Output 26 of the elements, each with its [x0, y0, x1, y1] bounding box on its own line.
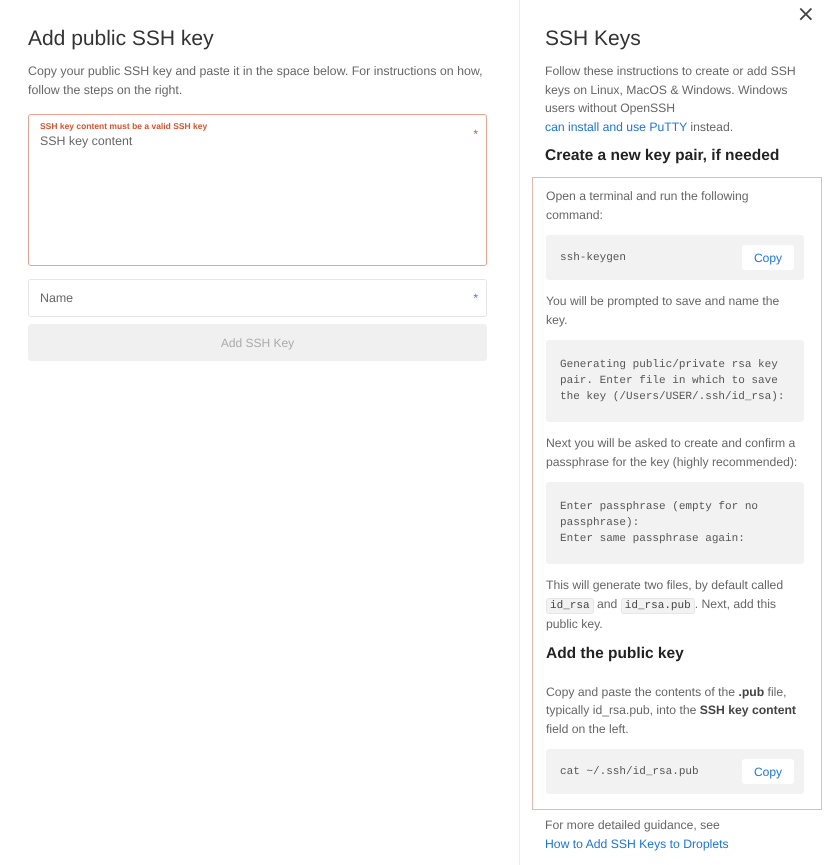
- inline-code: id_rsa: [546, 598, 594, 614]
- section-heading: Add the public key: [546, 644, 685, 662]
- code-text: ssh-keygen: [560, 250, 626, 266]
- required-mark: *: [473, 127, 478, 141]
- intro-text: Follow these instructions to create or add SSH keys on Linux, MacOS & Windows. Windows users without OpenSSH can install and use PuTTY instead.: [545, 63, 797, 136]
- panel-title: SSH Keys: [545, 27, 642, 51]
- guidance-text: For more detailed guidance, see How to Add SSH Keys to Droplets: [545, 817, 730, 852]
- inline-code: id_rsa.pub: [620, 598, 695, 614]
- required-mark: *: [473, 291, 478, 305]
- instruction-text: Open a terminal and run the following command:: [546, 188, 750, 224]
- instruction-text: This will generate two files, by default called id_rsa and id_rsa.pub . Next, add this public key.: [546, 577, 784, 633]
- code-text: Enter passphrase (empty for no passphrase): Enter same passphrase again:: [560, 500, 760, 547]
- copy-button[interactable]: Copy: [742, 759, 794, 784]
- instruction-text: Copy and paste the contents of the .pub file, typically id_rsa.pub, into the SSH key content field on the left.: [546, 684, 797, 738]
- error-message: SSH key content must be a valid SSH key: [40, 121, 208, 131]
- instruction-text: Next you will be asked to create and confirm a passphrase for the key (highly recommended):: [546, 435, 798, 470]
- instruction-text: You will be prompted to save and name the key.: [546, 293, 780, 328]
- link[interactable]: How to Add SSH Keys to Droplets: [545, 836, 729, 850]
- code-text: cat ~/.ssh/id_rsa.pub: [560, 764, 699, 780]
- form-description: Copy your public SSH key and paste it in the space below. For instructions on how, follow the steps on the right.: [28, 63, 484, 99]
- code-text: Generating public/private rsa key pair. Enter file in which to save the key (/Users/USER/.ssh/id_rsa):: [560, 358, 786, 405]
- link[interactable]: can install and use PuTTY: [545, 120, 688, 134]
- close-button[interactable]: ×: [796, 5, 815, 25]
- copy-button[interactable]: Copy: [742, 245, 794, 270]
- form-title: Add public SSH key: [28, 27, 215, 51]
- section-heading: Create a new key pair, if needed: [545, 147, 780, 165]
